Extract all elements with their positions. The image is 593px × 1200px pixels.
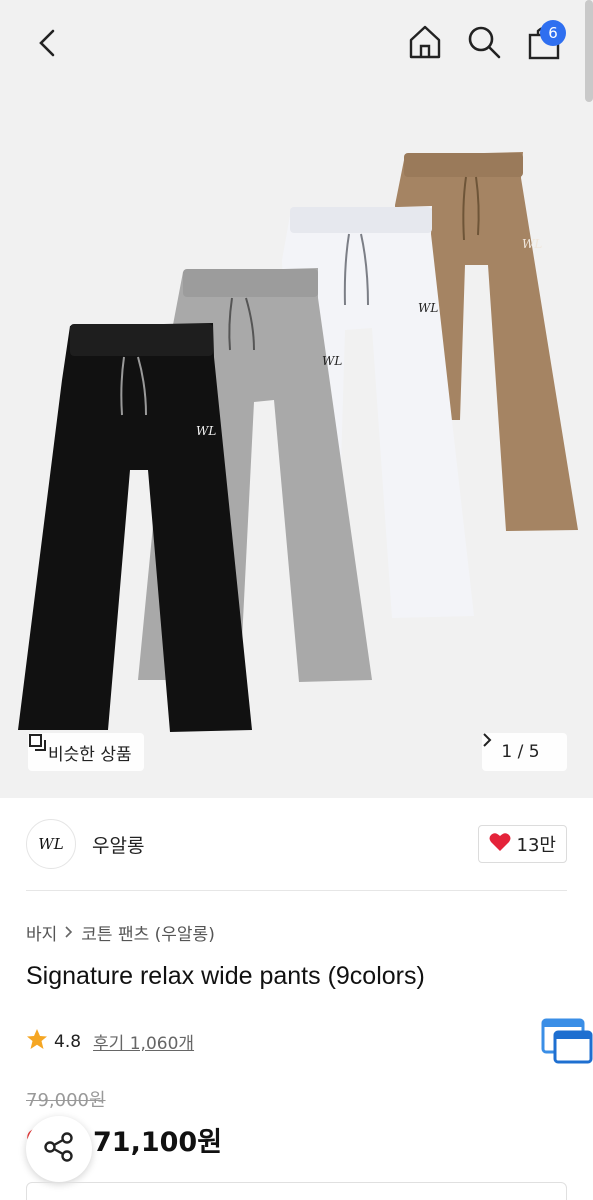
breadcrumb-category[interactable]: 바지 — [26, 920, 57, 945]
search-icon[interactable] — [462, 20, 506, 64]
heart-icon — [489, 832, 511, 857]
cart-count-badge: 6 — [540, 20, 566, 46]
window-compare-icon[interactable] — [541, 1018, 593, 1066]
like-count: 13만 — [516, 835, 556, 856]
sale-price: 71,100원 — [93, 1127, 223, 1158]
scrollbar[interactable] — [585, 0, 593, 102]
home-icon[interactable] — [403, 20, 447, 64]
product-image-gallery[interactable]: WL WL WL WL 비슷한 상품 1 / 5 — [0, 0, 593, 798]
top-navigation-bar: 6 — [0, 0, 593, 88]
option-selector-edge[interactable] — [26, 1182, 567, 1200]
svg-text:WL: WL — [522, 237, 542, 251]
divider — [26, 890, 567, 891]
product-image: WL WL WL WL — [18, 152, 578, 732]
svg-text:WL: WL — [418, 301, 438, 315]
similar-products-label: 비슷한 상품 — [48, 744, 132, 765]
svg-text:WL: WL — [322, 354, 342, 368]
share-button[interactable] — [26, 1116, 92, 1182]
share-icon — [43, 1131, 75, 1167]
brand-row: WL 우알롱 13만 — [26, 817, 567, 871]
star-icon — [26, 1028, 48, 1055]
back-arrow-icon[interactable] — [26, 22, 68, 64]
image-counter: 1 / 5 — [501, 742, 540, 762]
like-button[interactable]: 13만 — [477, 825, 567, 863]
similar-products-button[interactable]: 비슷한 상품 — [28, 733, 144, 771]
rating-value: 4.8 — [54, 1031, 82, 1052]
svg-text:WL: WL — [196, 424, 216, 438]
chevron-right-icon — [65, 923, 73, 943]
product-title: Signature relax wide pants (9colors) — [26, 962, 425, 990]
image-counter-button[interactable]: 1 / 5 — [482, 733, 567, 771]
original-price: 79,000원 — [26, 1090, 106, 1111]
brand-name[interactable]: 우알롱 — [92, 831, 144, 858]
rating-row: 4.8 후기 1,060개 — [26, 1028, 194, 1055]
breadcrumb: 바지 코튼 팬츠 (우알롱) — [26, 920, 215, 945]
breadcrumb-subcategory[interactable]: 코튼 팬츠 (우알롱) — [81, 920, 215, 945]
brand-logo[interactable]: WL — [26, 819, 76, 869]
reviews-link[interactable]: 후기 1,060개 — [93, 1029, 194, 1054]
